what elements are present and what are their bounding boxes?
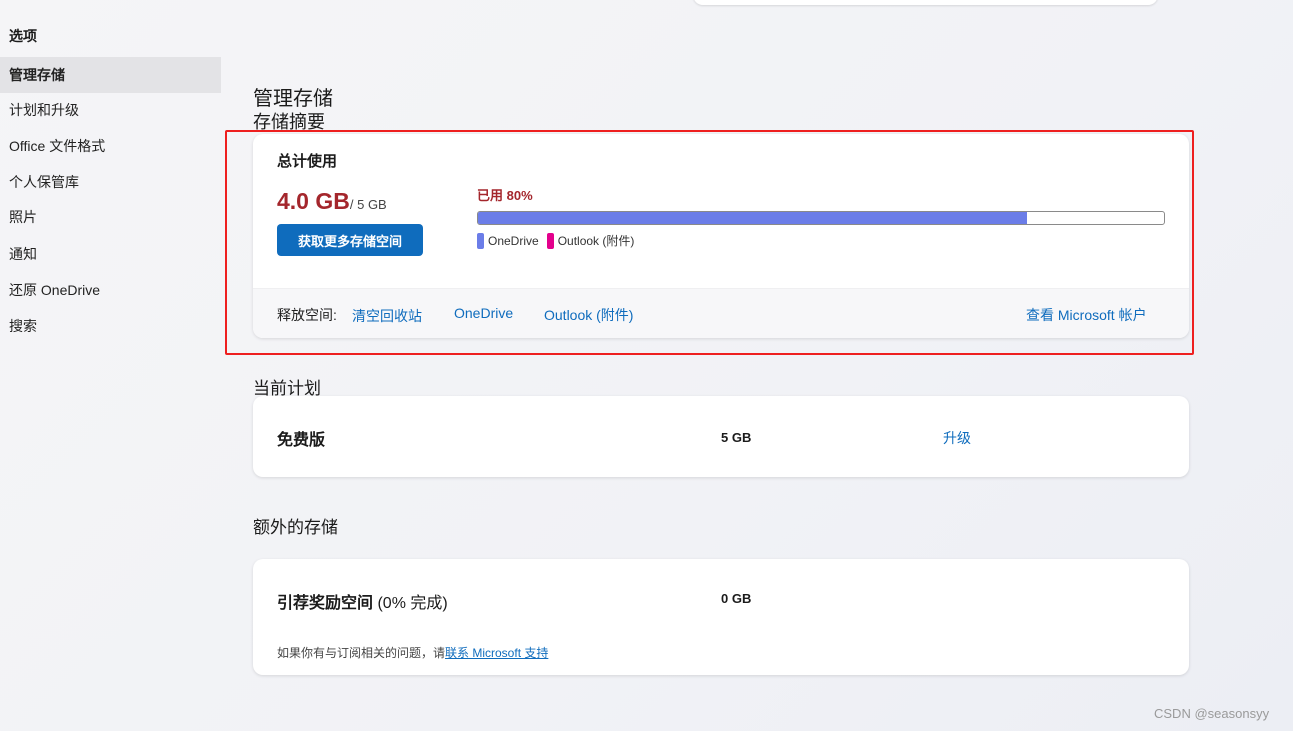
legend-item-onedrive: OneDrive [477,232,539,249]
sidebar-item-search[interactable]: 搜索 [0,308,221,344]
page-title: 管理存储 [253,88,333,110]
sidebar-item-restore-onedrive[interactable]: 还原 OneDrive [0,272,221,308]
view-microsoft-account-link[interactable]: 查看 Microsoft 帐户 [1026,305,1147,325]
storage-legend: OneDrive Outlook (附件) [477,232,642,249]
storage-summary-card: 总计使用 4.0 GB/ 5 GB 获取更多存储空间 已用 80% OneDri… [253,134,1189,338]
plan-size: 5 GB [721,430,752,445]
sidebar-item-notifications[interactable]: 通知 [0,236,221,272]
referral-bonus-progress: (0% 完成) [377,595,448,612]
legend-item-outlook: Outlook (附件) [546,232,635,249]
used-percent-label: 已用 80% [477,188,533,203]
free-up-label: 释放空间: [277,307,337,323]
free-up-space-bar: 释放空间: 清空回收站 OneDrive Outlook (附件) 查看 Mic… [253,288,1189,338]
storage-progress-fill [478,212,1027,224]
extra-storage-title: 额外的存储 [253,518,338,537]
total-usage-label: 总计使用 [277,153,338,170]
storage-summary-title: 存储摘要 [253,112,325,132]
upgrade-link[interactable]: 升级 [943,428,971,448]
sidebar-item-plans-upgrades[interactable]: 计划和升级 [0,92,221,128]
sidebar-header: 选项 [9,28,37,44]
outlook-attachments-link[interactable]: Outlook (附件) [544,305,633,325]
sidebar: 选项 管理存储 计划和升级 Office 文件格式 个人保管库 照片 通知 还原… [0,0,221,731]
support-footnote: 如果你有与订阅相关的问题，请联系 Microsoft 支持 [277,644,548,661]
used-value: 4.0 GB [277,188,350,214]
get-more-storage-button[interactable]: 获取更多存储空间 [277,224,423,256]
previous-card-edge [693,0,1158,5]
extra-storage-card: 引荐奖励空间 (0% 完成) 0 GB 如果你有与订阅相关的问题，请联系 Mic… [253,559,1189,675]
sidebar-item-photos[interactable]: 照片 [0,199,221,235]
referral-bonus-name: 引荐奖励空间 [277,595,374,612]
referral-bonus-label: 引荐奖励空间 (0% 完成) [277,589,448,613]
sidebar-item-personal-vault[interactable]: 个人保管库 [0,164,221,200]
plan-name: 免费版 [277,432,326,449]
onedrive-link[interactable]: OneDrive [454,305,513,321]
legend-label-outlook: Outlook (附件) [557,234,635,248]
legend-swatch-outlook [546,232,554,249]
capacity-value: / 5 GB [349,197,387,212]
empty-recycle-bin-link[interactable]: 清空回收站 [352,306,422,326]
legend-label-onedrive: OneDrive [488,233,539,248]
referral-bonus-size: 0 GB [721,591,752,606]
support-footnote-text: 如果你有与订阅相关的问题，请 [277,646,446,660]
storage-progress-bar [477,211,1165,225]
legend-swatch-onedrive [477,232,484,249]
used-amount: 4.0 GB/ 5 GB [277,188,387,215]
watermark: CSDN @seasonsyy [1154,706,1270,721]
sidebar-item-manage-storage[interactable]: 管理存储 [0,57,221,93]
contact-support-link[interactable]: 联系 Microsoft 支持 [445,646,548,660]
current-plan-card: 免费版 5 GB 升级 [253,396,1189,477]
sidebar-item-office-file-formats[interactable]: Office 文件格式 [0,128,221,164]
